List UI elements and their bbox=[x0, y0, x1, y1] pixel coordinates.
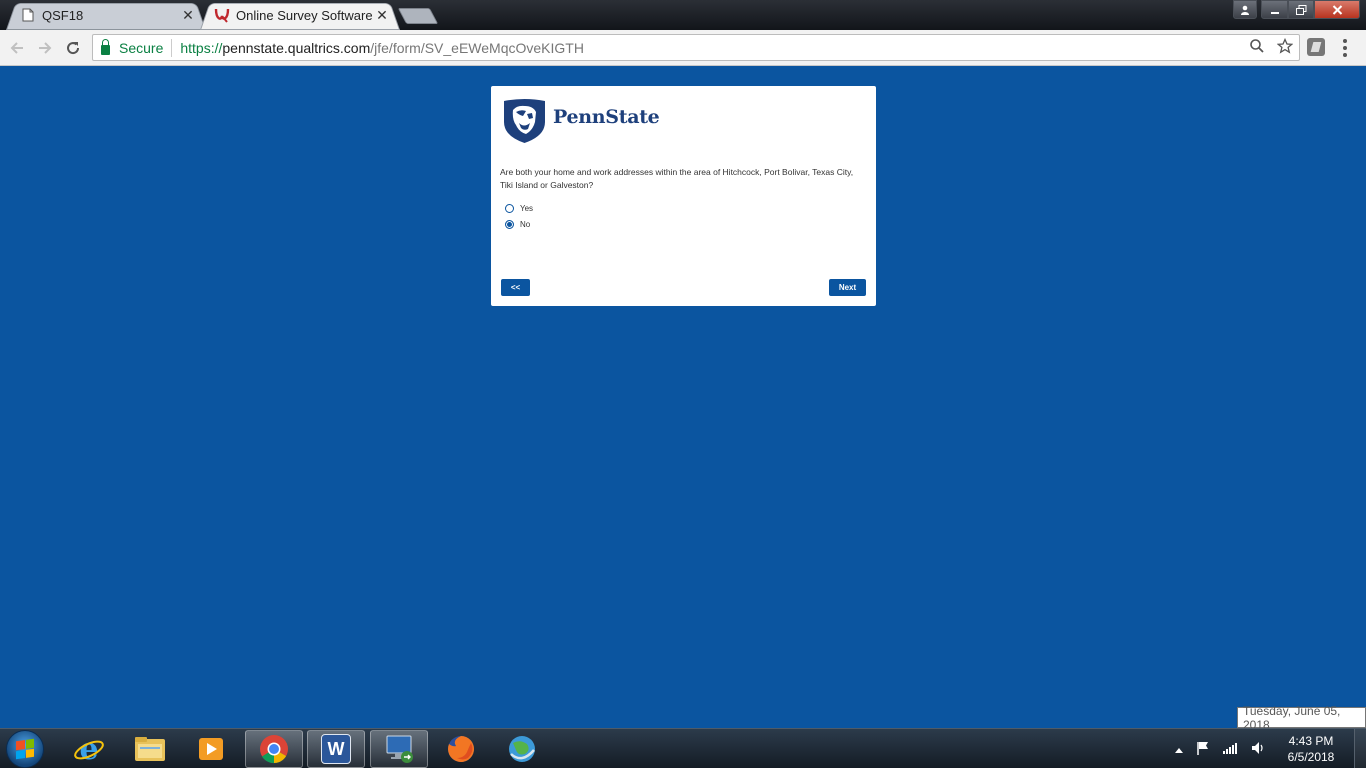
reload-icon[interactable] bbox=[62, 37, 84, 59]
back-arrow-icon[interactable] bbox=[6, 37, 28, 59]
radio-button-selected[interactable] bbox=[505, 220, 514, 229]
tab-online-survey-software[interactable]: Online Survey Software | Q ✕ bbox=[200, 0, 400, 30]
brand-wordmark: PennState bbox=[553, 106, 660, 128]
qualtrics-icon bbox=[214, 7, 230, 23]
file-explorer-icon[interactable] bbox=[121, 730, 179, 768]
windows-logo-icon bbox=[16, 738, 34, 760]
nittany-lion-shield-icon bbox=[504, 99, 545, 143]
svg-text:e: e bbox=[79, 733, 98, 765]
choice-label: Yes bbox=[520, 204, 534, 213]
system-clock[interactable]: 4:43 PM 6/5/2018 bbox=[1272, 733, 1350, 765]
forward-arrow-icon[interactable] bbox=[34, 37, 56, 59]
volume-icon[interactable] bbox=[1251, 741, 1265, 758]
choice-yes[interactable]: Yes bbox=[505, 204, 533, 213]
tab-qsf18[interactable]: QSF18 ✕ bbox=[6, 0, 206, 30]
question-text: Are both your home and work addresses wi… bbox=[500, 167, 854, 190]
window-controls bbox=[1233, 0, 1360, 19]
network-signal-icon[interactable] bbox=[1223, 742, 1237, 757]
clock-date: 6/5/2018 bbox=[1287, 750, 1335, 764]
secure-label: Secure bbox=[119, 39, 164, 56]
system-tray: 4:43 PM 6/5/2018 bbox=[1168, 729, 1366, 768]
firefox-icon[interactable] bbox=[432, 730, 490, 768]
remote-desktop-icon[interactable] bbox=[370, 730, 428, 768]
show-desktop-button[interactable] bbox=[1354, 729, 1366, 768]
new-tab-button[interactable] bbox=[397, 8, 439, 24]
action-center-flag-icon[interactable] bbox=[1197, 741, 1209, 758]
network-globe-icon[interactable] bbox=[493, 730, 551, 768]
address-bar[interactable]: Secure https://pennstate.qualtrics.com/j… bbox=[92, 34, 1300, 61]
date-tooltip: Tuesday, June 05, 2018 bbox=[1237, 704, 1366, 732]
clock-time: 4:43 PM bbox=[1288, 734, 1334, 748]
start-button[interactable] bbox=[6, 730, 44, 768]
url-text[interactable]: https://pennstate.qualtrics.com/jfe/form… bbox=[180, 40, 584, 56]
word-icon[interactable]: W bbox=[307, 730, 365, 768]
browser-toolbar: Secure https://pennstate.qualtrics.com/j… bbox=[0, 30, 1366, 66]
browser-titlebar: QSF18 ✕ Online Survey Software | Q ✕ bbox=[0, 0, 1366, 30]
document-icon bbox=[20, 7, 36, 23]
search-icon[interactable] bbox=[1249, 38, 1265, 59]
choice-label: No bbox=[520, 220, 531, 229]
back-button[interactable]: << bbox=[501, 279, 530, 296]
user-profile-icon[interactable] bbox=[1233, 0, 1257, 19]
internet-explorer-icon[interactable]: e bbox=[60, 730, 118, 768]
browser-menu-icon[interactable] bbox=[1343, 39, 1347, 57]
restore-button[interactable] bbox=[1288, 0, 1314, 19]
media-player-icon[interactable] bbox=[182, 730, 240, 768]
pennstate-logo: PennState bbox=[503, 98, 660, 144]
address-separator bbox=[171, 38, 173, 57]
close-window-button[interactable] bbox=[1314, 0, 1360, 19]
bookmark-star-icon[interactable] bbox=[1276, 37, 1294, 59]
taskbar: e W 4:43 PM 6/5/2018 bbox=[0, 728, 1366, 768]
lock-icon bbox=[101, 38, 110, 55]
radio-button[interactable] bbox=[505, 204, 514, 213]
next-button[interactable]: Next bbox=[829, 279, 866, 296]
choice-no[interactable]: No bbox=[505, 220, 530, 229]
extension-icon[interactable] bbox=[1307, 38, 1325, 56]
close-tab-icon[interactable]: ✕ bbox=[180, 7, 196, 24]
secure-indicator[interactable]: Secure bbox=[93, 38, 164, 56]
survey-card: PennState Are both your home and work ad… bbox=[491, 86, 876, 306]
tab-title: Online Survey Software | Q bbox=[236, 7, 374, 23]
tab-title: QSF18 bbox=[42, 7, 84, 23]
chrome-icon[interactable] bbox=[245, 730, 303, 768]
minimize-button[interactable] bbox=[1261, 0, 1288, 19]
show-hidden-icons-icon[interactable] bbox=[1175, 742, 1183, 756]
close-tab-icon[interactable]: ✕ bbox=[374, 7, 390, 24]
